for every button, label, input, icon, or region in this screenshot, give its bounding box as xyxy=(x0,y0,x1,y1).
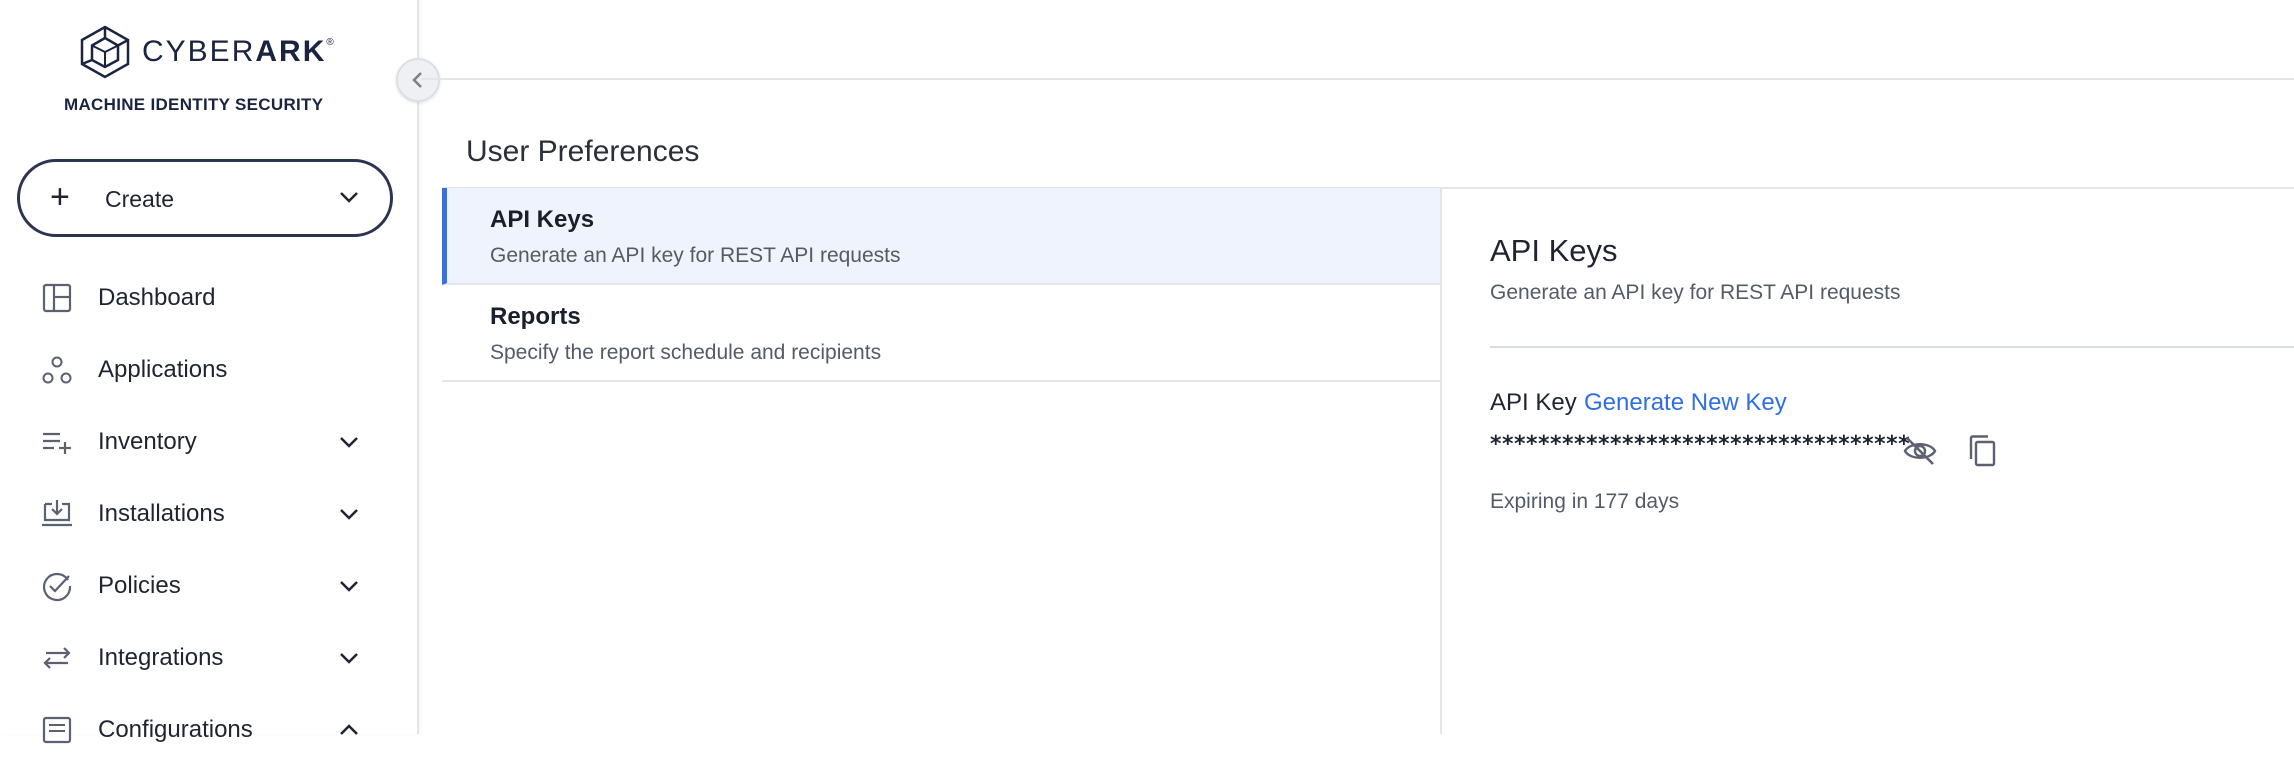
chevron-down-icon xyxy=(340,192,358,203)
inventory-icon xyxy=(43,432,71,454)
logo-text: CYBERARK® xyxy=(142,35,336,68)
create-button-label: Create xyxy=(105,186,175,212)
chevron-down-icon xyxy=(340,509,358,520)
preference-title: API Keys xyxy=(490,206,595,233)
eye-off-icon[interactable] xyxy=(1902,433,1938,469)
sidebar-item-configurations[interactable]: Configurations xyxy=(0,702,419,758)
applications-icon xyxy=(42,356,72,384)
chevron-left-icon xyxy=(412,72,422,88)
cyberark-logo-icon xyxy=(80,25,130,79)
sidebar-item-dashboard[interactable]: Dashboard xyxy=(0,270,419,326)
chevron-up-icon xyxy=(340,724,358,735)
create-button[interactable]: + Create xyxy=(17,159,393,237)
dashboard-icon xyxy=(42,283,72,313)
sidebar-item-label: Applications xyxy=(98,356,228,383)
api-key-label: API Key xyxy=(1490,389,1577,416)
copy-icon[interactable] xyxy=(1965,433,2001,469)
policies-icon xyxy=(43,572,72,602)
sidebar-item-label: Inventory xyxy=(98,428,197,455)
cyberark-logo[interactable]: CYBERARK® xyxy=(78,24,336,80)
sidebar-item-policies[interactable]: Policies xyxy=(0,558,419,614)
brand-tagline: MACHINE IDENTITY SECURITY xyxy=(64,95,324,114)
sidebar-item-installations[interactable]: Installations xyxy=(0,486,419,542)
sidebar-collapse-button[interactable] xyxy=(396,58,440,102)
preference-title: Reports xyxy=(490,303,581,330)
sidebar-item-applications[interactable]: Applications xyxy=(0,342,419,398)
chevron-down-icon xyxy=(340,653,358,664)
preference-item-reports[interactable]: Reports Specify the report schedule and … xyxy=(442,285,1441,382)
detail-divider xyxy=(1490,346,2294,348)
detail-description: Generate an API key for REST API request… xyxy=(1490,281,1901,304)
plus-icon: + xyxy=(50,178,70,216)
sidebar-item-label: Integrations xyxy=(98,644,224,671)
chevron-down-icon xyxy=(340,437,358,448)
sidebar: CYBERARK® MACHINE IDENTITY SECURITY + Cr… xyxy=(0,0,419,744)
chevron-down-icon xyxy=(340,581,358,592)
header-divider xyxy=(421,78,2294,80)
api-keys-detail-panel: API Keys Generate an API key for REST AP… xyxy=(1440,187,2294,734)
sidebar-item-inventory[interactable]: Inventory xyxy=(0,414,419,470)
configurations-icon xyxy=(42,716,72,744)
preference-item-api-keys[interactable]: API Keys Generate an API key for REST AP… xyxy=(442,188,1441,285)
installations-icon xyxy=(42,500,72,527)
sidebar-item-label: Installations xyxy=(98,500,225,527)
masked-api-key: *********************************** xyxy=(1490,432,1911,457)
sidebar-item-integrations[interactable]: Integrations xyxy=(0,630,419,686)
preference-description: Specify the report schedule and recipien… xyxy=(490,341,882,364)
sidebar-item-label: Dashboard xyxy=(98,284,216,311)
sidebar-item-label: Policies xyxy=(98,572,181,599)
preference-description: Generate an API key for REST API request… xyxy=(490,244,901,267)
generate-new-key-link[interactable]: Generate New Key xyxy=(1584,389,1787,417)
sidebar-item-label: Configurations xyxy=(98,716,253,743)
key-expiry-text: Expiring in 177 days xyxy=(1490,490,1680,513)
page-title: User Preferences xyxy=(466,135,700,168)
integrations-icon xyxy=(43,647,71,669)
detail-title: API Keys xyxy=(1490,233,1618,268)
